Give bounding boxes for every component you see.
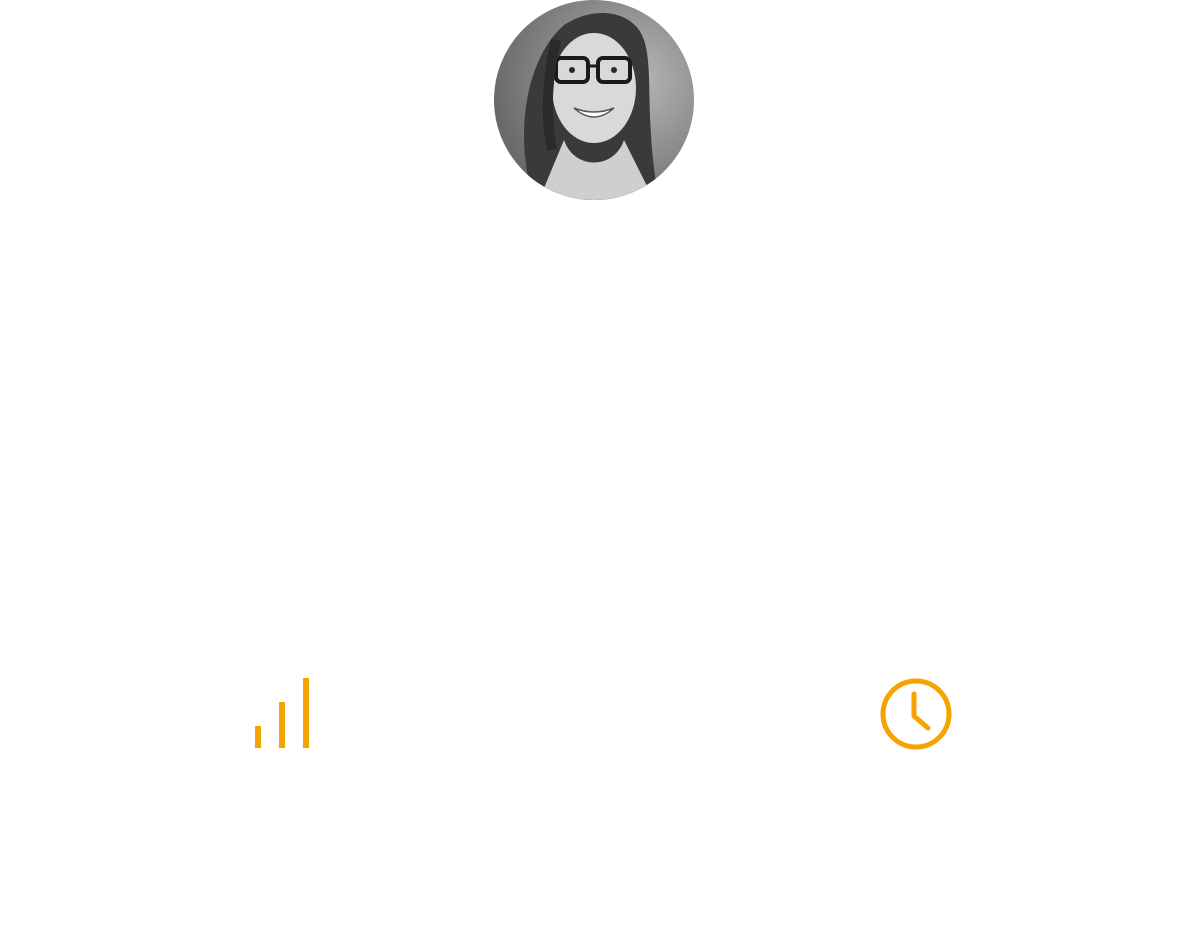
avatar bbox=[494, 0, 694, 200]
author-bio: Katie is a food writer and recipe develo… bbox=[6, 373, 1182, 533]
author-byline: BY KATIE PARKER bbox=[411, 246, 776, 290]
stat-difficulty: Difficulty Easy bbox=[124, 676, 424, 908]
signal-bars-icon bbox=[255, 678, 309, 748]
clock-icon bbox=[880, 678, 952, 750]
stat-value: Easy bbox=[225, 858, 323, 907]
stat-time: Time 30 mins bbox=[766, 676, 1066, 908]
avatar-photo bbox=[494, 0, 694, 200]
stat-title: Time bbox=[841, 782, 991, 854]
byline-divider: — bbox=[586, 322, 602, 339]
stat-value: 30 mins bbox=[838, 858, 994, 907]
stat-title: Difficulty bbox=[137, 782, 411, 854]
author-section: BY KATIE PARKER — Katie is a food writer… bbox=[0, 0, 1188, 936]
